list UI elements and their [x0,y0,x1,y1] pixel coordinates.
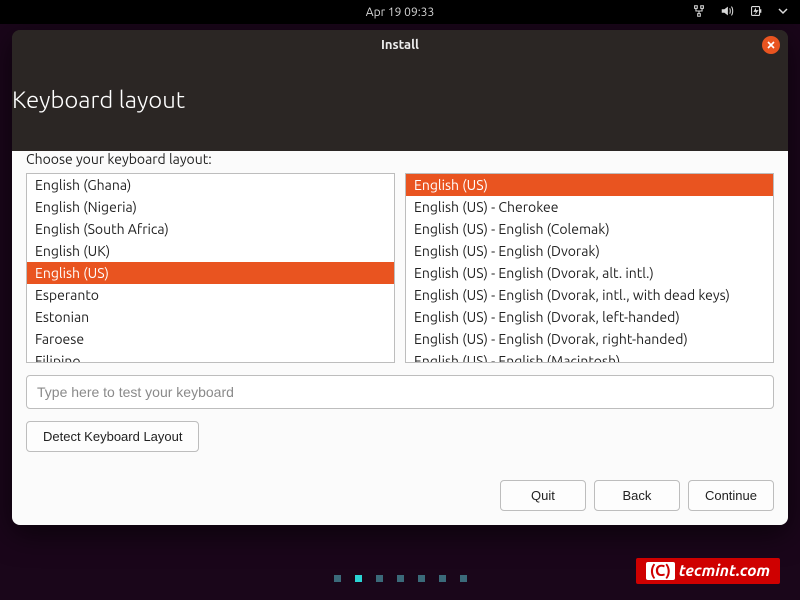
volume-icon[interactable] [720,4,734,21]
detect-row: Detect Keyboard Layout [26,421,774,452]
variant-row[interactable]: English (US) - English (Dvorak, alt. int… [406,262,773,284]
watermark-text: tecmint.com [679,562,770,580]
layout-row[interactable]: Faroese [27,328,394,350]
progress-dot [334,575,341,582]
network-icon[interactable] [692,4,706,21]
layout-row[interactable]: English (South Africa) [27,218,394,240]
variant-listbox[interactable]: English (US)English (US) - CherokeeEngli… [405,173,774,363]
variant-row[interactable]: English (US) - English (Dvorak, intl., w… [406,284,773,306]
progress-dot [355,575,362,582]
layout-row[interactable]: Estonian [27,306,394,328]
progress-dot [439,575,446,582]
install-window: Install Keyboard layout Choose your keyb… [12,30,788,525]
system-menubar: Apr 19 09:33 [0,0,800,24]
system-tray [692,0,788,24]
layout-listbox[interactable]: English (Ghana)English (Nigeria)English … [26,173,395,363]
battery-icon[interactable] [748,4,764,21]
variant-row[interactable]: English (US) - English (Dvorak) [406,240,773,262]
nav-row: Quit Back Continue [26,480,774,511]
variant-row[interactable]: English (US) [406,174,773,196]
close-icon [766,40,776,50]
quit-button[interactable]: Quit [500,480,586,511]
keyboard-test-input[interactable] [26,375,774,409]
close-button[interactable] [762,36,780,54]
progress-dot [418,575,425,582]
layout-row[interactable]: Filipino [27,350,394,363]
variant-row[interactable]: English (US) - Cherokee [406,196,773,218]
layout-row[interactable]: English (Ghana) [27,174,394,196]
progress-dot [376,575,383,582]
clock: Apr 19 09:33 [366,6,434,19]
detect-keyboard-button[interactable]: Detect Keyboard Layout [26,421,199,452]
content-area: Choose your keyboard layout: English (Gh… [12,151,788,525]
heading-area: Keyboard layout [12,60,788,137]
layout-row[interactable]: English (US) [27,262,394,284]
page-title: Keyboard layout [12,86,788,113]
choose-label: Choose your keyboard layout: [26,151,774,167]
continue-button[interactable]: Continue [688,480,774,511]
variant-row[interactable]: English (US) - English (Macintosh) [406,350,773,363]
watermark-badge: (C) [646,562,675,580]
keyboard-lists: English (Ghana)English (Nigeria)English … [26,173,774,363]
variant-row[interactable]: English (US) - English (Dvorak, left-han… [406,306,773,328]
progress-dot [397,575,404,582]
layout-row[interactable]: Esperanto [27,284,394,306]
window-title: Install [381,38,419,52]
progress-dot [460,575,467,582]
variant-row[interactable]: English (US) - English (Colemak) [406,218,773,240]
titlebar: Install [12,30,788,60]
back-button[interactable]: Back [594,480,680,511]
watermark: (C) tecmint.com [636,558,780,584]
chevron-down-icon[interactable] [778,6,788,19]
variant-row[interactable]: English (US) - English (Dvorak, right-ha… [406,328,773,350]
layout-row[interactable]: English (UK) [27,240,394,262]
layout-row[interactable]: English (Nigeria) [27,196,394,218]
